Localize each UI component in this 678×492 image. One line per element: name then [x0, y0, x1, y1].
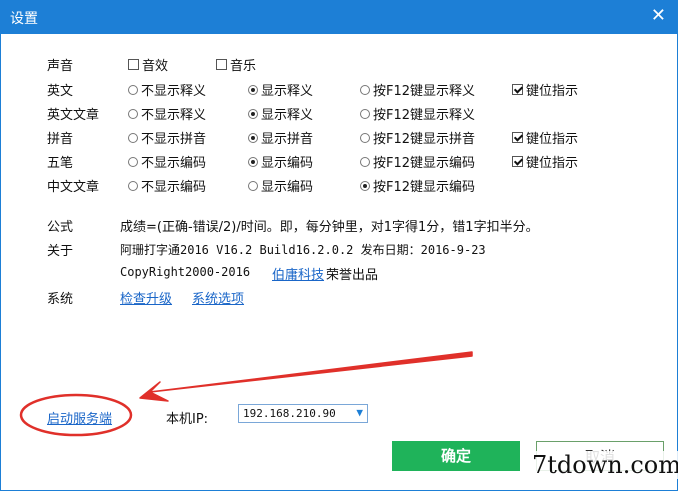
chevron-down-icon: ▼	[356, 406, 363, 419]
ip-select[interactable]: 192.168.210.90 ▼	[238, 404, 368, 423]
annotation-arrow-icon	[139, 351, 473, 402]
ip-label: 本机IP:	[166, 412, 209, 427]
ip-value: 192.168.210.90	[243, 407, 336, 420]
ok-button[interactable]: 确定	[392, 441, 520, 471]
watermark-text: 7tdown.com	[528, 451, 678, 479]
start-server-link[interactable]: 启动服务端	[47, 408, 112, 427]
